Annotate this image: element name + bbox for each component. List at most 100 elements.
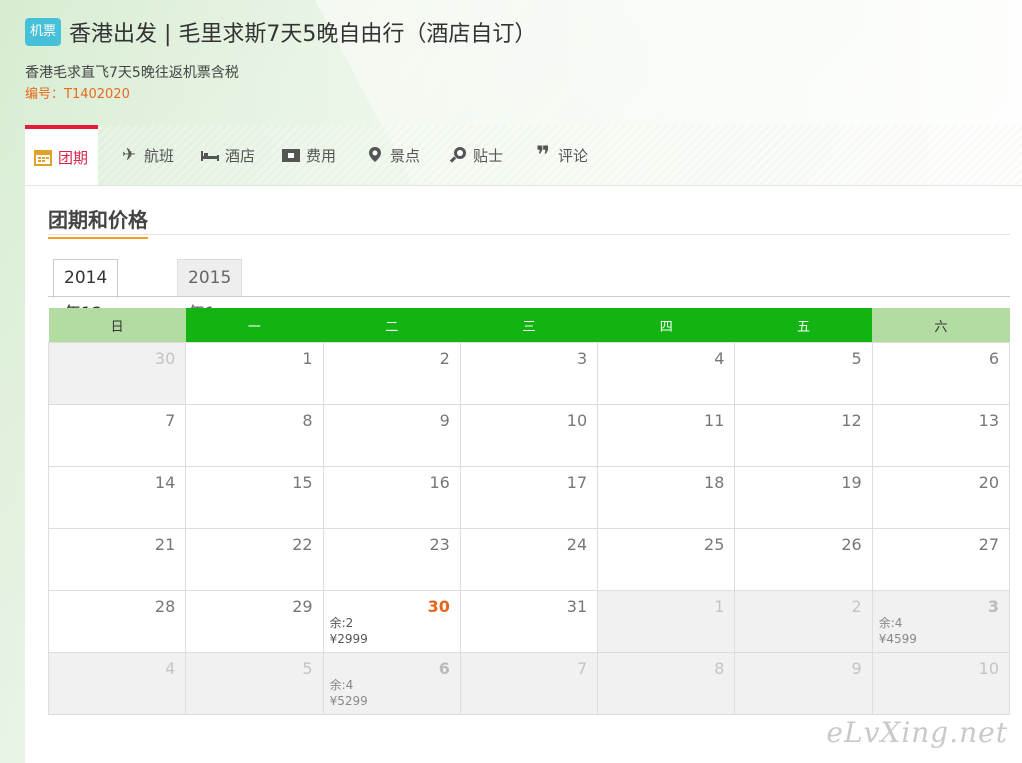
schedule-panel: 团期和价格 2014年12月 2015年1月 日 一 二 三 四 五 六 301…: [25, 186, 1022, 763]
day-number: 30: [427, 597, 450, 616]
day-number: 19: [841, 473, 862, 492]
tab-attractions[interactable]: 景点: [365, 125, 420, 185]
tab-hotel[interactable]: 酒店: [200, 125, 255, 185]
day-number: 10: [978, 659, 999, 678]
day-number: 10: [566, 411, 588, 430]
calendar-day: 26: [734, 528, 873, 591]
price-calendar: 日 一 二 三 四 五 六 30 1 2 3 4 5 6 7 8 9 10 11 12 13 14 15 16 1…: [47, 308, 1011, 715]
tab-schedule[interactable]: 团期: [25, 125, 99, 185]
weekday-thu: 四: [597, 308, 735, 343]
calendar-day-available[interactable]: 3 余:4 ¥4599: [871, 590, 1011, 653]
day-number: 1: [714, 597, 725, 616]
tab-flight[interactable]: ✈ 航班: [119, 125, 174, 185]
weekday-sun: 日: [48, 308, 186, 343]
weekday-sat: 六: [872, 308, 1010, 343]
calendar-day: 7: [47, 404, 187, 467]
day-number: 17: [566, 473, 588, 492]
remaining-seats: 余:4: [878, 616, 903, 630]
day-number: 30: [154, 349, 176, 368]
calendar-day: 29: [185, 590, 324, 653]
month-tab-jan-2015[interactable]: 2015年1月: [177, 259, 243, 360]
tab-fees[interactable]: 费用: [281, 125, 336, 185]
day-number: 4: [714, 349, 725, 368]
calendar-day: 17: [459, 466, 599, 529]
day-number: 8: [714, 659, 725, 678]
availability-info: 余:2 ¥2999: [330, 615, 368, 647]
day-number: 12: [841, 411, 862, 430]
day-number: 21: [154, 535, 176, 554]
section-divider: [48, 234, 1010, 235]
day-number: 13: [978, 411, 999, 430]
calendar-day-available[interactable]: 6 余:4 ¥5299: [322, 652, 461, 715]
plane-icon: ✈: [121, 145, 137, 165]
calendar-day: 2: [734, 590, 873, 653]
day-number: 25: [704, 535, 725, 554]
tab-label: 费用: [306, 146, 337, 165]
calendar-day: 20: [871, 466, 1011, 529]
calendar-day: 15: [185, 466, 324, 529]
calendar-day: 6: [871, 342, 1011, 405]
day-number: 28: [154, 597, 176, 616]
day-number: 8: [302, 411, 313, 430]
day-number: 6: [438, 659, 450, 678]
calendar-day: 31: [459, 590, 599, 653]
calendar-day: 23: [322, 528, 461, 591]
calendar-day: 16: [322, 466, 461, 529]
tab-tips[interactable]: 贴士: [448, 125, 503, 185]
calendar-day: 27: [871, 528, 1011, 591]
remaining-seats: 余:2: [329, 616, 354, 630]
ticket-badge: 机票: [25, 18, 62, 46]
calendar-day: 21: [47, 528, 187, 591]
day-number: 9: [439, 411, 450, 430]
header: 机票 香港出发 | 毛里求斯7天5晚自由行（酒店自订） 香港毛求直飞7天5晚往返…: [25, 14, 1022, 102]
price: ¥4599: [878, 632, 917, 646]
day-number: 2: [439, 349, 450, 368]
detail-nav: 团期 ✈ 航班 酒店 费用 景点 贴士 ❞ 评论: [25, 125, 1022, 186]
calendar-week-row: 7 8 9 10 11 12 13: [47, 404, 1011, 467]
price: ¥2999: [329, 632, 368, 646]
product-code: 编号：T1402020: [25, 87, 130, 102]
availability-info: 余:4 ¥5299: [330, 677, 368, 709]
bed-icon: [200, 145, 220, 165]
price: ¥5299: [329, 694, 368, 708]
day-number: 24: [566, 535, 588, 554]
calendar-day: 9: [734, 652, 873, 715]
map-pin-icon: [365, 145, 385, 165]
calendar-week-row: 21 22 23 24 25 26 27: [47, 528, 1011, 591]
day-number: 7: [165, 411, 176, 430]
day-number: 16: [429, 473, 450, 492]
calendar-week-row: 30 1 2 3 4 5 6: [47, 342, 1011, 405]
calendar-day: 24: [459, 528, 599, 591]
calendar-body: 30 1 2 3 4 5 6 7 8 9 10 11 12 13 14 15 16 17 18 19 20 21 22 23 2…: [47, 342, 1011, 715]
calendar-day: 14: [47, 466, 187, 529]
calendar-day-available[interactable]: 30 余:2 ¥2999: [322, 590, 461, 653]
tab-label: 酒店: [225, 146, 256, 165]
month-tab-dec-2014[interactable]: 2014年12月: [53, 259, 119, 360]
calendar-day: 4: [597, 342, 736, 405]
day-number: 23: [429, 535, 450, 554]
calendar-day: 19: [734, 466, 873, 529]
page-title: 香港出发 | 毛里求斯7天5晚自由行（酒店自订）: [69, 22, 537, 47]
tab-label: 团期: [58, 148, 89, 167]
calendar-day: 12: [734, 404, 873, 467]
calendar-day: 10: [459, 404, 599, 467]
watermark: eLvXing.net: [826, 716, 1008, 749]
calendar-day: 4: [47, 652, 187, 715]
day-number: 6: [988, 349, 999, 368]
day-number: 9: [851, 659, 862, 678]
page-subtitle: 香港毛求直飞7天5晚往返机票含税: [25, 65, 239, 81]
weekday-tue: 二: [323, 308, 461, 343]
day-number: 22: [292, 535, 313, 554]
tab-label: 景点: [390, 146, 421, 165]
calendar-day: 18: [597, 466, 736, 529]
remaining-seats: 余:4: [329, 678, 354, 692]
day-number: 31: [566, 597, 588, 616]
weekday-mon: 一: [185, 308, 324, 343]
availability-info: 余:4 ¥4599: [879, 615, 917, 647]
tab-reviews[interactable]: ❞ 评论: [533, 125, 588, 185]
tab-label: 评论: [558, 146, 589, 165]
calendar-day: 25: [597, 528, 736, 591]
day-number: 20: [978, 473, 999, 492]
calendar-day: 7: [459, 652, 599, 715]
calendar-day: 13: [871, 404, 1011, 467]
